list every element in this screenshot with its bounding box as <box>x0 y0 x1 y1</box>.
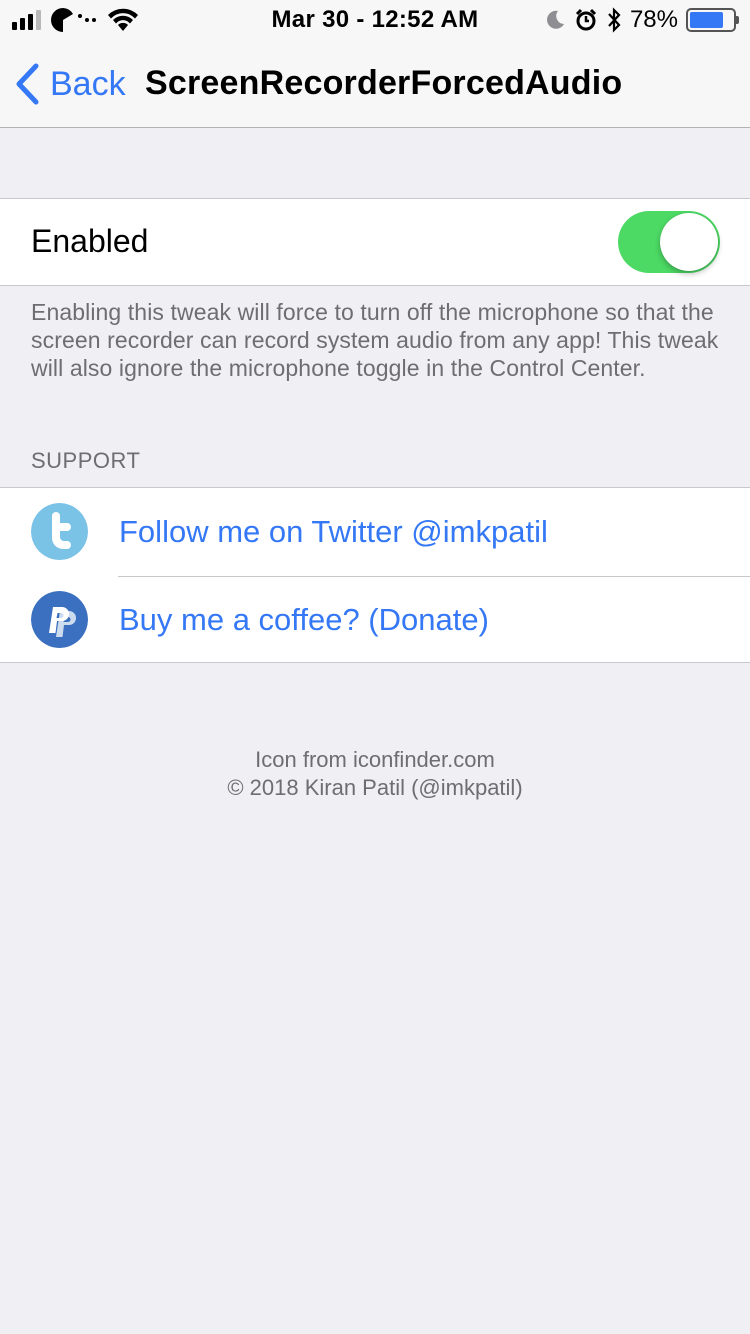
alarm-icon <box>575 8 597 31</box>
moon-icon <box>547 10 564 29</box>
twitter-icon <box>31 503 88 560</box>
twitter-link-row[interactable]: Follow me on Twitter @imkpatil <box>0 488 750 576</box>
back-button[interactable]: Back <box>14 60 126 108</box>
enabled-label: Enabled <box>31 223 149 259</box>
twitter-link-label: Follow me on Twitter @imkpatil <box>119 514 548 549</box>
battery-icon <box>686 8 739 32</box>
bluetooth-icon <box>608 7 621 33</box>
chevron-left-icon <box>16 63 39 105</box>
paypal-icon <box>31 591 88 648</box>
support-group: Follow me on Twitter @imkpatil Buy me a … <box>0 487 750 663</box>
credits-line-1: Icon from iconfinder.com <box>255 747 495 772</box>
battery-fill <box>690 12 723 28</box>
navigation-bar: Back ScreenRecorderForcedAudio <box>0 40 750 128</box>
status-bar: Mar 30 - 12:52 AM 78% <box>0 0 750 40</box>
status-right: 78% <box>544 6 739 34</box>
donate-link-row[interactable]: Buy me a coffee? (Donate) <box>0 576 750 664</box>
row-divider <box>118 576 750 577</box>
enabled-footer-text: Enabling this tweak will force to turn o… <box>31 299 719 381</box>
support-section-header: SUPPORT <box>31 448 141 473</box>
credits-footer: Icon from iconfinder.com © 2018 Kiran Pa… <box>0 746 750 802</box>
page-title: ScreenRecorderForcedAudio <box>145 64 623 102</box>
toggle-knob <box>660 213 718 271</box>
donate-link-label: Buy me a coffee? (Donate) <box>119 602 489 637</box>
enabled-cell: Enabled <box>0 198 750 286</box>
back-button-label: Back <box>50 64 126 103</box>
battery-percent: 78% <box>629 6 678 33</box>
credits-line-2: © 2018 Kiran Patil (@imkpatil) <box>227 775 523 800</box>
enabled-toggle[interactable] <box>618 211 720 273</box>
